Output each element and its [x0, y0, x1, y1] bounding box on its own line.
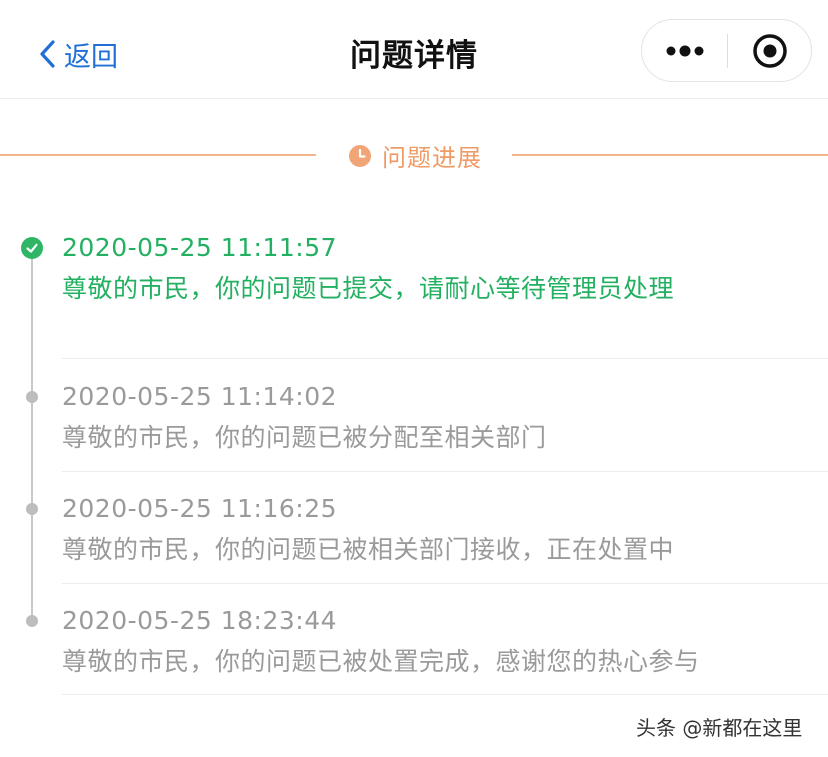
timeline-message: 尊敬的市民，你的问题已被相关部门接收，正在处置中 — [62, 535, 675, 564]
timeline-message: 尊敬的市民，你的问题已提交，请耐心等待管理员处理 — [62, 274, 675, 303]
timeline-separator — [62, 694, 828, 695]
section-label-wrap: 问题进展 — [348, 138, 482, 173]
timeline-time: 2020-05-25 11:16:25 — [62, 494, 338, 523]
timeline-separator — [62, 358, 828, 359]
navigation-bar: 返回 问题详情 — [0, 0, 828, 99]
clock-icon — [349, 144, 371, 167]
close-button[interactable] — [728, 20, 811, 81]
question-detail-page: 返回 问题详情 问题进展 2020-05-25 11:11:57 尊敬的市民，你… — [0, 0, 828, 757]
timeline-message: 尊敬的市民，你的问题已被处置完成，感谢您的热心参与 — [62, 647, 700, 676]
more-button[interactable] — [642, 20, 727, 81]
timeline-dot — [26, 391, 38, 403]
timeline-time: 2020-05-25 18:23:44 — [62, 606, 338, 635]
mini-program-capsule — [641, 19, 812, 82]
timeline-dot-done — [21, 237, 43, 259]
timeline-message: 尊敬的市民，你的问题已被分配至相关部门 — [62, 423, 547, 452]
timeline-time: 2020-05-25 11:14:02 — [62, 382, 338, 411]
more-dots-icon — [666, 45, 703, 56]
section-label: 问题进展 — [382, 144, 482, 172]
timeline-dot — [26, 503, 38, 515]
check-icon — [26, 243, 38, 253]
timeline-line — [31, 256, 33, 625]
timeline-separator — [62, 583, 828, 584]
target-circle-icon — [752, 33, 787, 68]
timeline-dot — [26, 615, 38, 627]
section-divider-right — [512, 154, 828, 156]
watermark: 头条 @新都在这里 — [636, 716, 803, 740]
timeline-time: 2020-05-25 11:11:57 — [62, 233, 338, 262]
section-divider-left — [0, 154, 316, 156]
progress-section-header: 问题进展 — [0, 132, 828, 178]
timeline-separator — [62, 471, 828, 472]
